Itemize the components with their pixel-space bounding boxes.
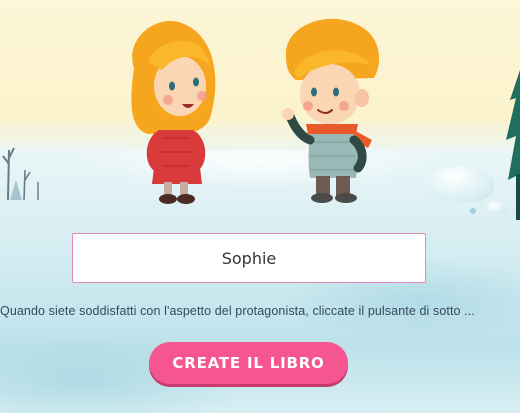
- name-field-container: [72, 233, 426, 283]
- bare-tree-illustration: [2, 147, 39, 200]
- snow-mound-small: [485, 201, 507, 215]
- winter-scene: Quando siete soddisfatti con l'aspetto d…: [0, 0, 520, 413]
- protagonist-name-input[interactable]: [72, 233, 426, 283]
- girl-character[interactable]: [118, 18, 228, 206]
- create-book-button[interactable]: CREATE IL LIBRO: [149, 342, 348, 384]
- pine-tree-illustration: [506, 70, 520, 220]
- snow-mound: [428, 166, 494, 202]
- boy-character[interactable]: [276, 16, 386, 206]
- instructions-text: Quando siete soddisfatti con l'aspetto d…: [0, 304, 475, 318]
- snow-dot: [470, 208, 476, 214]
